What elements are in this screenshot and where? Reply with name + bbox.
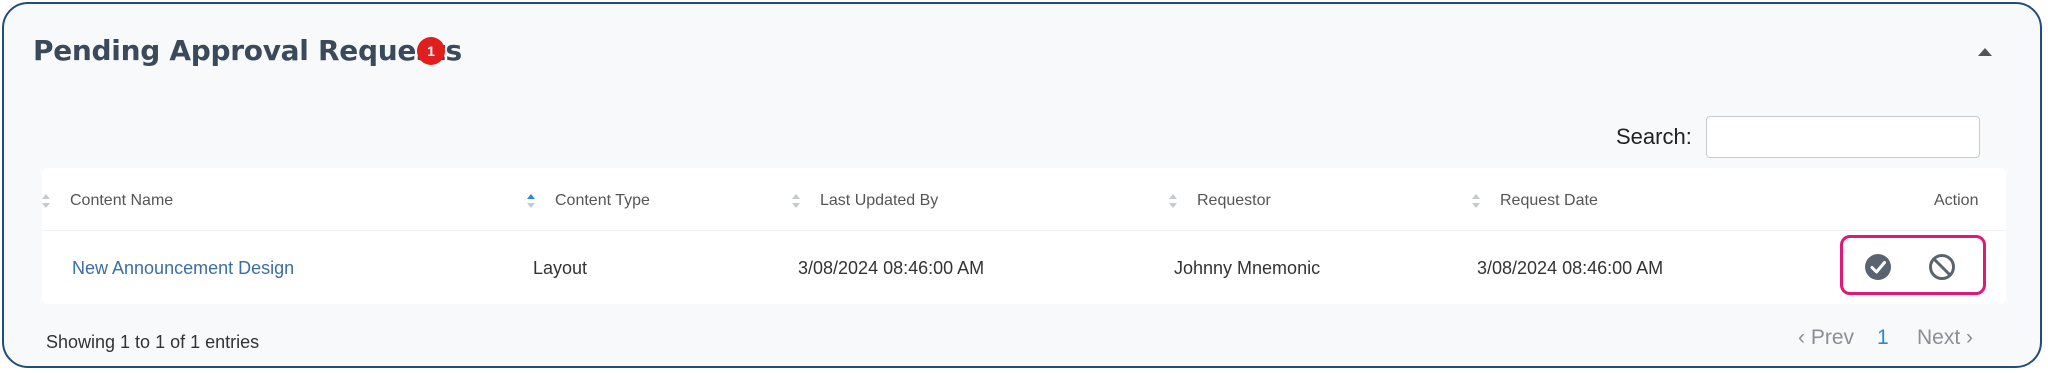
- last-updated-by-cell: 3/08/2024 08:46:00 AM: [798, 258, 985, 278]
- requestor-cell: Johnny Mnemonic: [1174, 258, 1321, 278]
- approval-table: Content Name Content Type Last Updated B…: [42, 168, 2006, 304]
- pagination-prev-button[interactable]: ‹ Prev: [1798, 326, 1854, 350]
- search-input[interactable]: [1706, 116, 1980, 158]
- column-header-last-updated-by[interactable]: Last Updated By: [792, 192, 938, 210]
- column-header-label: Content Name: [70, 192, 174, 209]
- action-highlight: [1840, 235, 1986, 295]
- pagination-page-1[interactable]: 1: [1877, 326, 1889, 350]
- column-header-action: Action: [1934, 192, 1978, 210]
- column-header-content-type[interactable]: Content Type: [527, 192, 650, 210]
- column-header-label: Content Type: [555, 192, 650, 209]
- sort-icon: [42, 194, 52, 208]
- sort-active-icon: [527, 194, 537, 208]
- sort-icon: [792, 194, 802, 208]
- sort-icon: [1169, 194, 1179, 208]
- entries-info: Showing 1 to 1 of 1 entries: [46, 332, 260, 352]
- content-name-link[interactable]: New Announcement Design: [72, 258, 294, 279]
- approve-icon[interactable]: [1864, 253, 1892, 281]
- column-header-request-date[interactable]: Request Date: [1472, 192, 1598, 210]
- column-header-requestor[interactable]: Requestor: [1169, 192, 1271, 210]
- column-header-label: Requestor: [1197, 192, 1271, 209]
- column-header-label: Last Updated By: [820, 192, 939, 209]
- chevron-up-icon[interactable]: [1978, 48, 1992, 56]
- content-type-cell: Layout: [533, 258, 588, 278]
- pending-count-badge: 1: [417, 37, 445, 65]
- request-date-cell: 3/08/2024 08:46:00 AM: [1477, 258, 1664, 278]
- reject-icon[interactable]: [1928, 253, 1956, 281]
- column-header-label: Action: [1934, 192, 1979, 209]
- sort-icon: [1472, 194, 1482, 208]
- row-divider: [42, 230, 2006, 231]
- column-header-content-name[interactable]: Content Name: [42, 192, 173, 210]
- column-header-label: Request Date: [1500, 192, 1598, 209]
- search-label: Search:: [1616, 124, 1692, 149]
- pagination-next-button[interactable]: Next ›: [1917, 326, 1973, 350]
- panel-title: Pending Approval Requests: [33, 34, 462, 67]
